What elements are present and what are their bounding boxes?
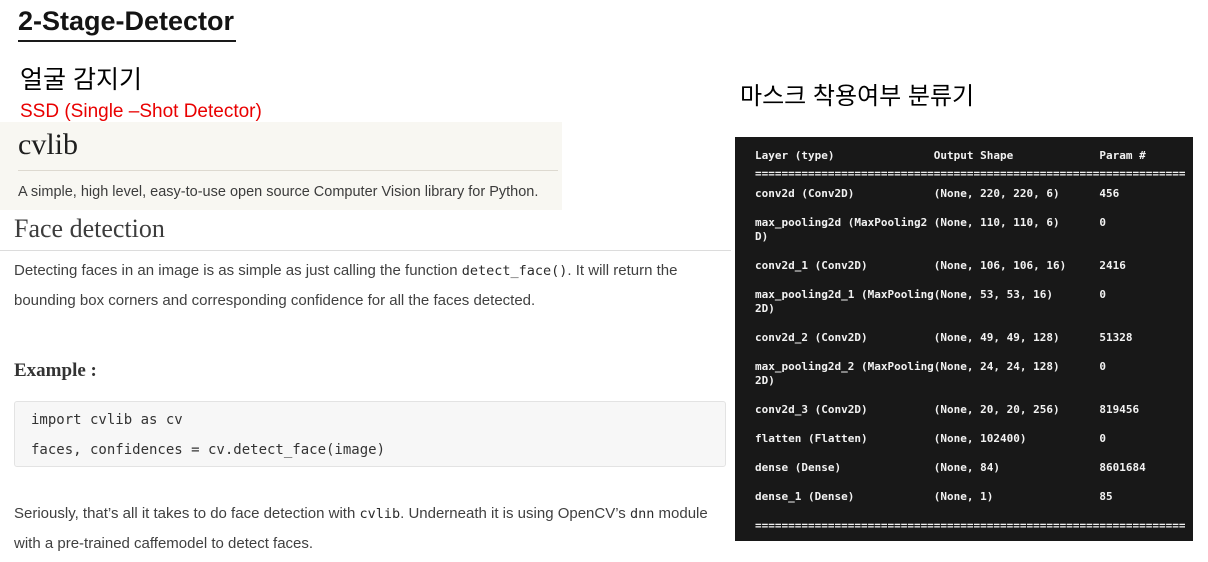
model-summary-cell-layer: max_pooling2d_2 (MaxPooling2D) — [755, 360, 934, 387]
code-line: faces, confidences = cv.detect_face(imag… — [31, 442, 386, 458]
model-summary-cell-layer: conv2d_3 (Conv2D) — [755, 403, 868, 416]
model-summary-cell-params: 456 — [1099, 187, 1120, 200]
model-summary-cell-layer: max_pooling2d (MaxPooling2D) — [755, 216, 928, 243]
model-summary-cell-shape: (None, 102400) — [933, 432, 1027, 445]
cvlib-divider — [18, 170, 558, 171]
model-summary-cell-shape: (None, 1) — [933, 490, 994, 503]
model-summary-cell-layer: conv2d_2 (Conv2D) — [755, 331, 868, 344]
cvlib-header-screenshot: cvlib A simple, high level, easy-to-use … — [0, 122, 562, 210]
model-summary-cell-params: 8601684 — [1099, 461, 1146, 474]
separator-line: ========================================… — [755, 167, 1185, 180]
column-header-output-shape: Output Shape — [933, 149, 1014, 162]
model-summary-cell-layer: conv2d (Conv2D) — [755, 187, 855, 200]
model-summary-row: max_pooling2d_2 (MaxPooling2D) (None, 24,… — [755, 360, 1185, 388]
slide-title: 2-Stage-Detector — [18, 6, 237, 42]
model-summary-cell-layer: dense_1 (Dense) — [755, 490, 855, 503]
model-summary-row: dense (Dense) (None, 84) 8601684 — [755, 461, 1185, 475]
model-summary-cell-shape: (None, 106, 106, 16) — [933, 259, 1067, 272]
model-summary-cell-params: 0 — [1099, 360, 1106, 373]
code-block: import cvlib as cv faces, confidences = … — [14, 401, 726, 467]
face-detector-heading: 얼굴 감지기 — [20, 66, 142, 94]
model-summary-cell-params: 0 — [1099, 432, 1106, 445]
model-summary-cell-params: 0 — [1099, 216, 1106, 229]
face-detection-paragraph: Detecting faces in an image is as simple… — [14, 256, 724, 316]
inline-code-dnn: dnn — [629, 506, 655, 522]
cvlib-logo: cvlib — [18, 128, 78, 161]
model-summary-cell-shape: (None, 84) — [933, 461, 1001, 474]
slide: 2-Stage-Detector 얼굴 감지기 SSD (Single –Sho… — [0, 0, 1208, 562]
model-summary-cell-shape: (None, 24, 24, 128) — [933, 360, 1060, 373]
model-summary-cell-layer: conv2d_1 (Conv2D) — [755, 259, 868, 272]
separator-line: ========================================… — [755, 519, 1185, 532]
model-summary-panel: Layer (type) Output Shape Param # ======… — [735, 137, 1193, 541]
paragraph-text: . Underneath it is using OpenCV’s — [400, 505, 630, 522]
paragraph-text: Detecting faces in an image is as simple… — [14, 262, 462, 279]
model-summary-cell-params: 0 — [1099, 288, 1106, 301]
model-summary-cell-layer: flatten (Flatten) — [755, 432, 868, 445]
model-summary-row: conv2d (Conv2D) (None, 220, 220, 6) 456 — [755, 187, 1185, 201]
column-header-layer: Layer (type) — [755, 149, 835, 162]
model-summary-cell-layer: dense (Dense) — [755, 461, 842, 474]
conclusion-paragraph: Seriously, that’s all it takes to do fac… — [14, 499, 724, 559]
model-summary-cell-layer: max_pooling2d_1 (MaxPooling2D) — [755, 288, 934, 315]
model-summary-cell-shape: (None, 20, 20, 256) — [933, 403, 1060, 416]
model-summary-cell-params: 2416 — [1099, 259, 1126, 272]
face-detection-divider — [0, 250, 731, 251]
inline-code-cvlib: cvlib — [359, 506, 401, 522]
model-summary-row: dense_1 (Dense) (None, 1) 85 — [755, 490, 1185, 504]
model-summary-cell-params: 819456 — [1099, 403, 1140, 416]
mask-classifier-heading: 마스크 착용여부 분류기 — [740, 83, 975, 110]
model-summary-cell-params: 51328 — [1099, 331, 1133, 344]
model-summary-row: conv2d_2 (Conv2D) (None, 49, 49, 128) 5132… — [755, 331, 1185, 345]
column-header-param: Param # — [1099, 149, 1146, 162]
model-summary-cell-shape: (None, 220, 220, 6) — [933, 187, 1060, 200]
example-heading: Example : — [14, 360, 97, 381]
ssd-label: SSD (Single –Shot Detector) — [20, 101, 262, 122]
model-summary-cell-shape: (None, 110, 110, 6) — [933, 216, 1060, 229]
model-summary-header: Layer (type) Output Shape Param # — [755, 149, 1185, 163]
model-summary-row: conv2d_1 (Conv2D) (None, 106, 106, 16) 241… — [755, 259, 1185, 273]
inline-code-detect-face: detect_face() — [461, 263, 568, 279]
face-detection-heading: Face detection — [14, 214, 165, 243]
model-summary-row: flatten (Flatten) (None, 102400) 0 — [755, 432, 1185, 446]
model-summary-row: max_pooling2d_1 (MaxPooling2D) (None, 53,… — [755, 288, 1185, 316]
model-summary-row: conv2d_3 (Conv2D) (None, 20, 20, 256) 8194… — [755, 403, 1185, 417]
paragraph-text: Seriously, that’s all it takes to do fac… — [14, 505, 360, 522]
model-summary-row: max_pooling2d (MaxPooling2D) (None, 110, … — [755, 216, 1185, 244]
model-summary-cell-shape: (None, 49, 49, 128) — [933, 331, 1060, 344]
model-summary-cell-params: 85 — [1099, 490, 1113, 503]
cvlib-tagline: A simple, high level, easy-to-use open s… — [18, 184, 539, 200]
code-line: import cvlib as cv — [31, 412, 183, 428]
model-summary-cell-shape: (None, 53, 53, 16) — [933, 288, 1054, 301]
model-summary-rows: conv2d (Conv2D) (None, 220, 220, 6) 456 max… — [755, 187, 1185, 504]
